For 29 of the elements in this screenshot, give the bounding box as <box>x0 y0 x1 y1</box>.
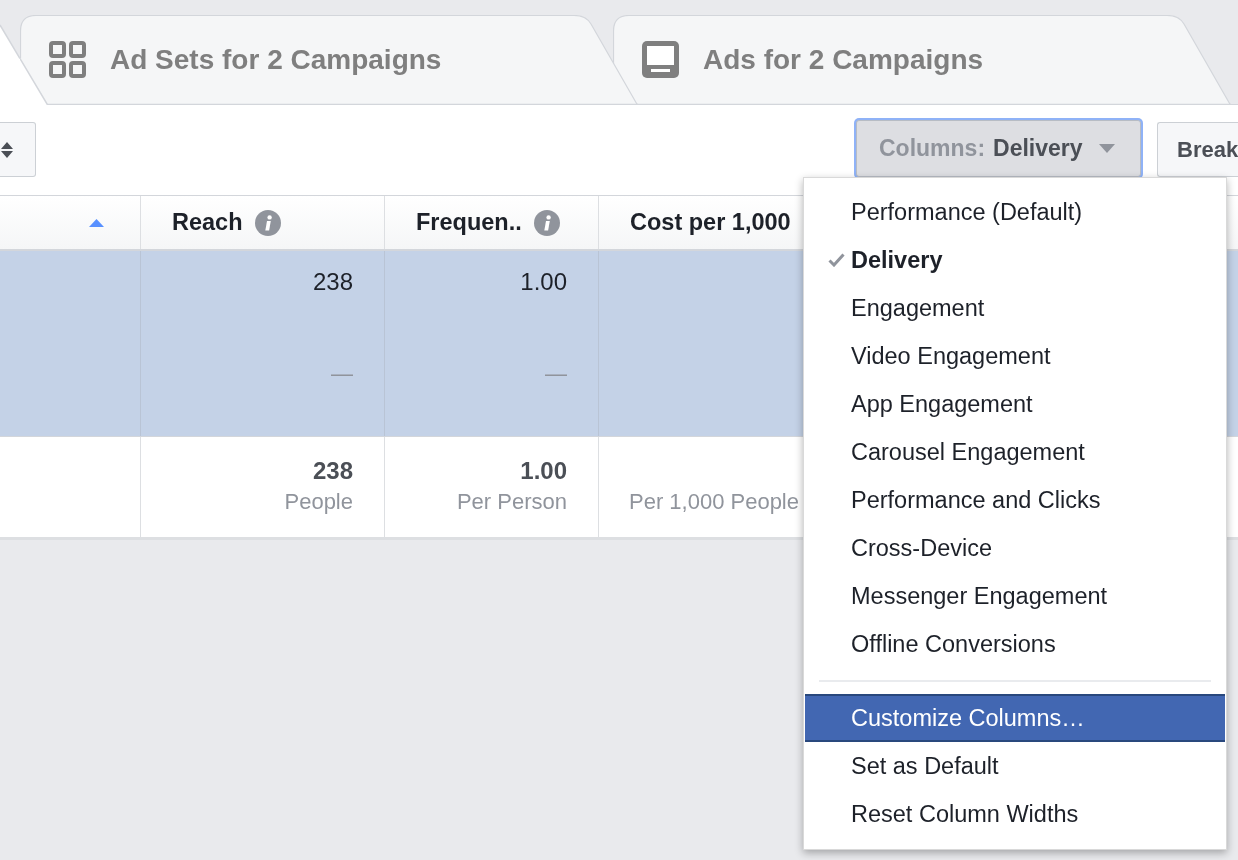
menu-item[interactable]: App Engagement <box>805 380 1225 428</box>
tab[interactable]: Ad Sets for 2 Campaigns <box>20 15 638 105</box>
check-icon <box>828 253 845 267</box>
menu-item[interactable]: Video Engagement <box>805 332 1225 380</box>
cell-note: — <box>545 360 567 388</box>
column-header[interactable]: Reach <box>141 196 385 249</box>
cell-unit: People <box>284 488 353 516</box>
tablet-icon <box>642 41 679 78</box>
cell-unit: Per 1,000 People <box>628 488 799 516</box>
columns-button[interactable]: Columns: Delivery <box>856 120 1141 177</box>
menu-item[interactable]: Messenger Engagement <box>805 572 1225 620</box>
cell-value: 1.00 <box>520 457 567 485</box>
menu-item[interactable]: Set as Default <box>805 742 1225 790</box>
up-down-icon <box>1 141 13 158</box>
menu-item[interactable]: Performance and Clicks <box>805 476 1225 524</box>
caret-icon <box>1098 144 1115 153</box>
menu-item[interactable]: Offline Conversions <box>805 620 1225 668</box>
breakdown-button[interactable]: Break <box>1157 122 1238 177</box>
cell-value: 1.00 <box>520 268 567 296</box>
grid-icon <box>49 41 86 78</box>
column-header[interactable]: Frequen.. <box>385 196 599 249</box>
menu-item[interactable]: Engagement <box>805 284 1225 332</box>
cell-value: 238 <box>312 457 353 485</box>
dropdown-button[interactable] <box>0 122 36 177</box>
cell-value: 238 <box>312 268 353 296</box>
cell-unit: Per Person <box>456 488 567 516</box>
menu-item[interactable]: Customize Columns… <box>805 694 1225 742</box>
menu-item[interactable]: Reset Column Widths <box>805 790 1225 838</box>
cell-note: — <box>331 360 353 388</box>
